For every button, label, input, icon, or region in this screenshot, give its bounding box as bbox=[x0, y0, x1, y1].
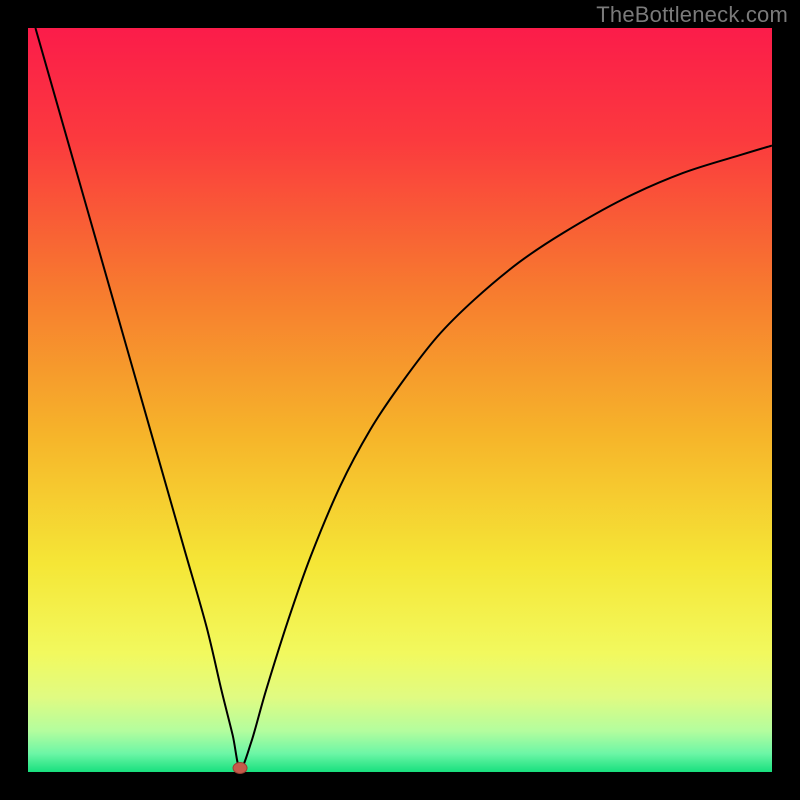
minimum-marker bbox=[233, 763, 247, 774]
watermark-text: TheBottleneck.com bbox=[596, 2, 788, 28]
plot-background bbox=[28, 28, 772, 772]
chart-frame: TheBottleneck.com bbox=[0, 0, 800, 800]
bottleneck-chart bbox=[0, 0, 800, 800]
